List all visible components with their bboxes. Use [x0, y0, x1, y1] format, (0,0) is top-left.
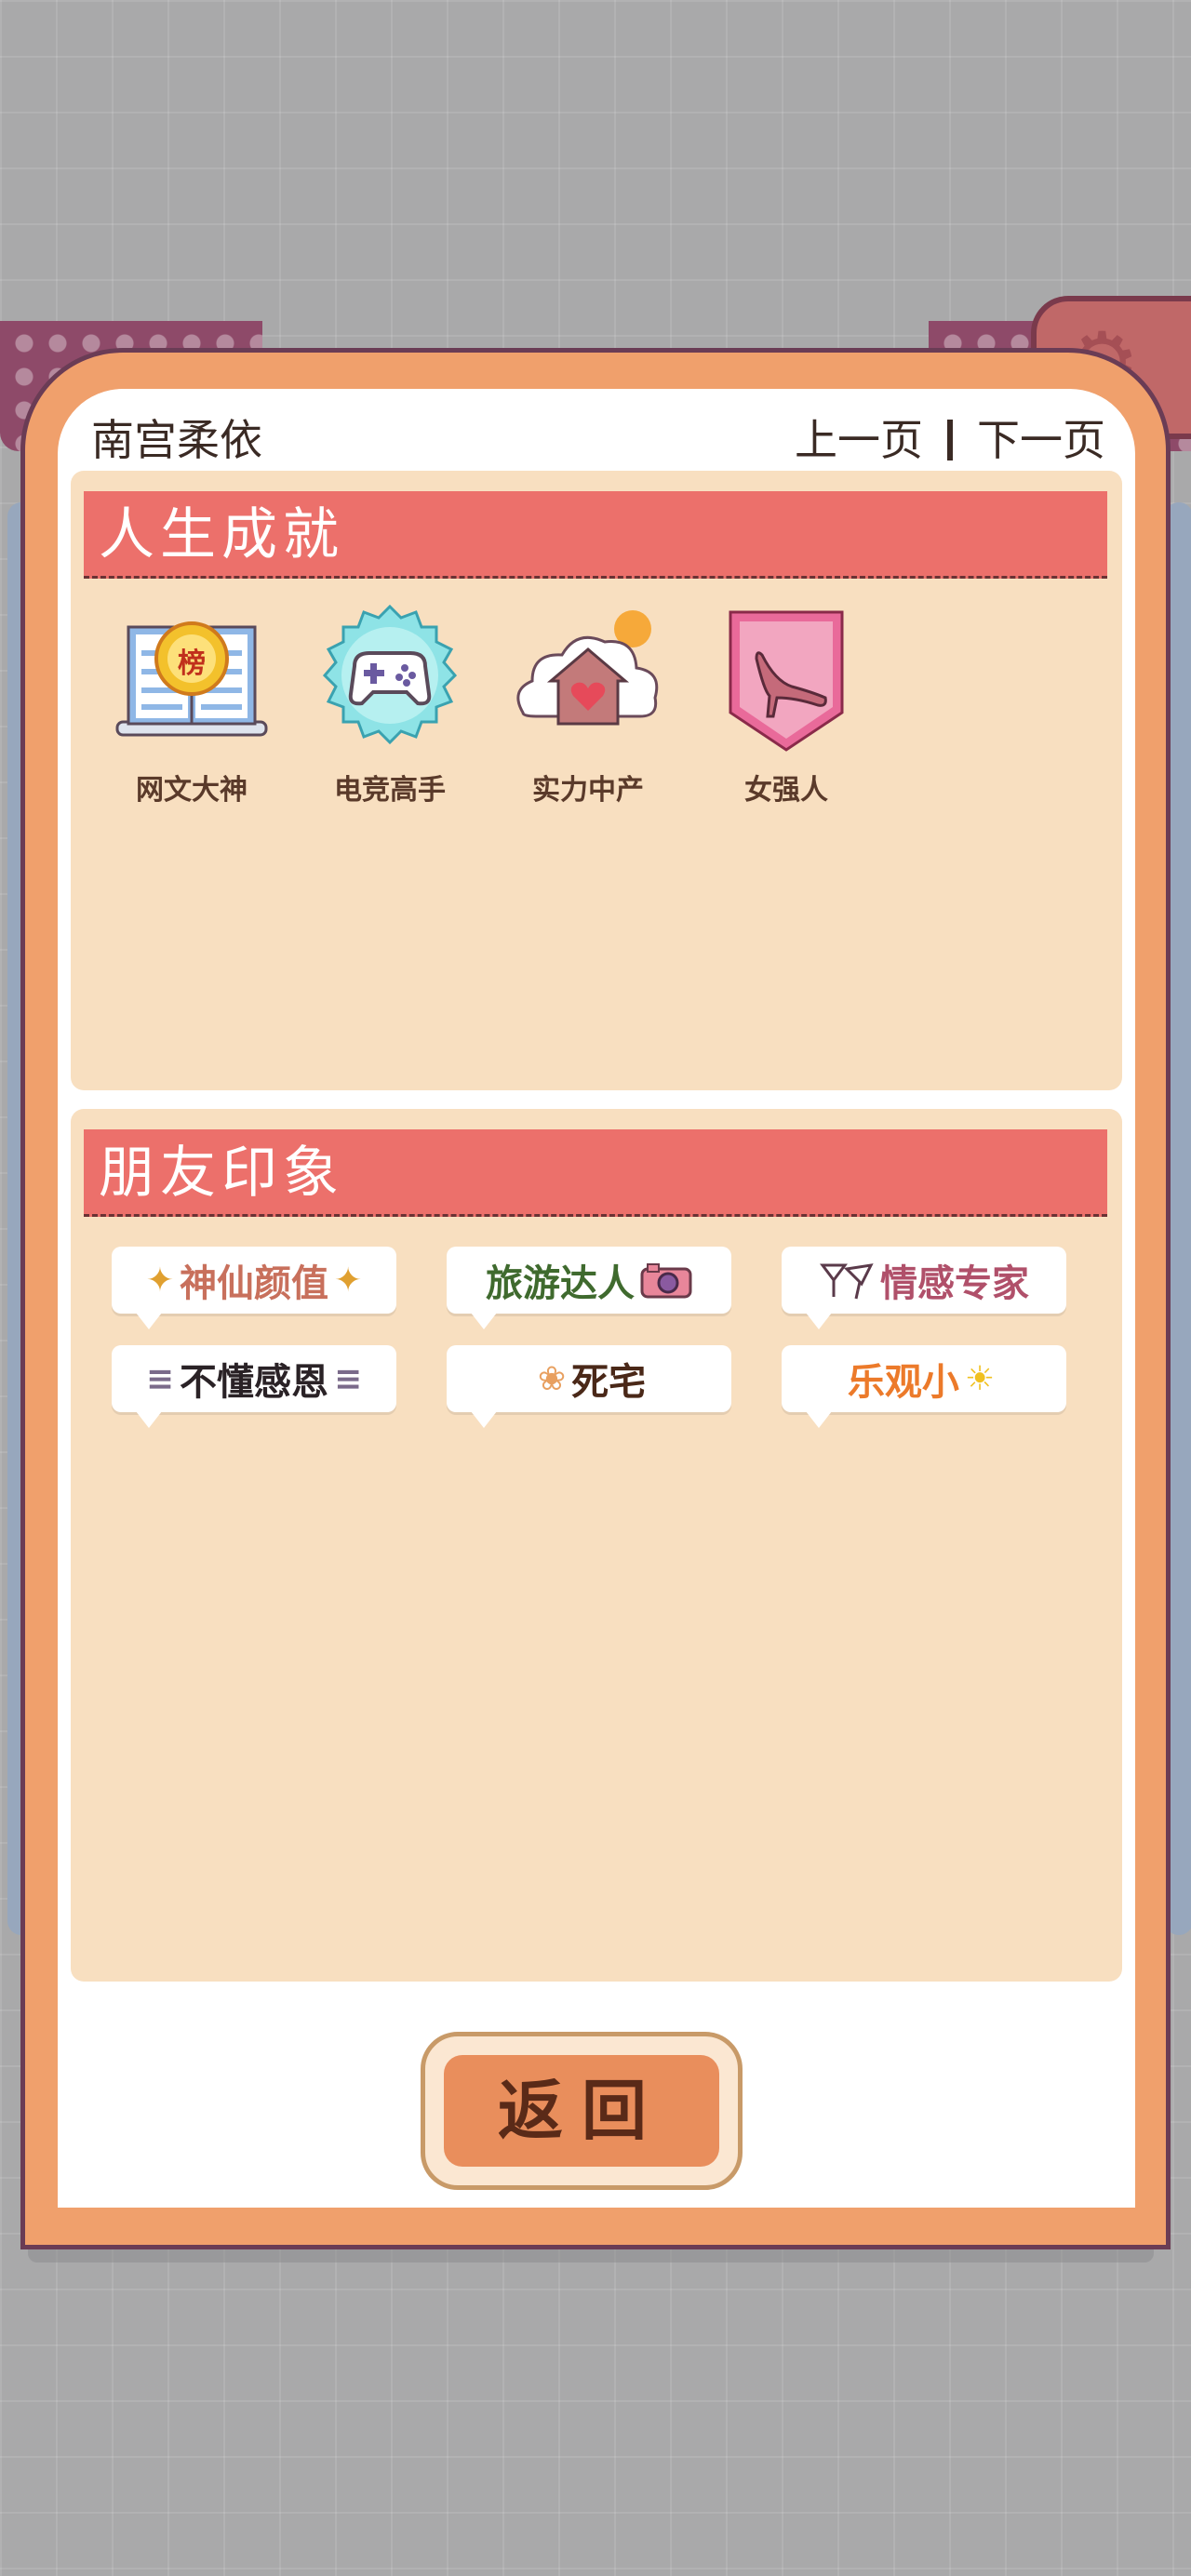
impression-tag[interactable]: 旅游达人 [447, 1247, 731, 1329]
return-button-label: 返回 [444, 2055, 719, 2167]
house-heart-icon [516, 610, 659, 726]
paw-icon: ❀ [537, 1359, 567, 1398]
character-name: 南宫柔依 [91, 415, 262, 465]
achievement-label: 网文大神 [136, 774, 248, 807]
return-button[interactable]: 返回 [421, 2032, 743, 2190]
impression-tag-text: 旅游达人 [486, 1262, 635, 1305]
achievement-label: 电竞高手 [334, 774, 446, 807]
dash-icon: ≡ [334, 1359, 363, 1398]
impression-tag[interactable]: 情感专家 [782, 1247, 1066, 1329]
high-heel-icon [729, 610, 844, 752]
impression-tag[interactable]: ❀ 死宅 [447, 1345, 731, 1428]
impression-tag-text: 不懂感恩 [180, 1361, 328, 1404]
cocktail-icon [820, 1263, 874, 1300]
impressions-section: 朋友印象 ✦ 神仙颜值 ✦ 旅游达人 情感专家 ≡ 不懂感恩 ≡ ❀ 死宅 乐观… [71, 1109, 1122, 1982]
sparkle-icon: ✦ [334, 1261, 363, 1300]
achievement-item[interactable]: 实力中产 [495, 601, 681, 808]
next-page-button[interactable]: 下一页 [977, 407, 1105, 473]
ranking-badge-text: 榜 [178, 647, 206, 680]
impression-tag[interactable]: ≡ 不懂感恩 ≡ [112, 1345, 396, 1428]
impression-tag-text: 神仙颜值 [180, 1262, 328, 1305]
sparkle-icon: ✦ [145, 1261, 174, 1300]
camera-icon [640, 1263, 692, 1299]
achievement-label: 实力中产 [532, 774, 644, 807]
impression-tag-text: 情感专家 [880, 1262, 1029, 1305]
dash-icon: ≡ [145, 1359, 174, 1398]
pager: 上一页 下一页 [795, 407, 1105, 473]
pager-divider [947, 420, 953, 460]
achievement-label: 女强人 [744, 774, 828, 807]
impression-tag-text: 死宅 [571, 1361, 647, 1404]
sun-icon: ☀ [964, 1359, 996, 1398]
achievement-item[interactable]: 女强人 [693, 601, 879, 808]
impression-tag[interactable]: ✦ 神仙颜值 ✦ [112, 1247, 396, 1329]
impression-tag-text: 乐观小 [847, 1361, 959, 1404]
impression-tag[interactable]: 乐观小 ☀ [782, 1345, 1066, 1428]
achievement-item[interactable]: 电竞高手 [297, 601, 483, 808]
prev-page-button[interactable]: 上一页 [795, 407, 923, 473]
achievements-section: 人生成就 网文大神 榜 电竞高手 实力中产 女强人 [71, 471, 1122, 1090]
impressions-title: 朋友印象 [84, 1129, 1107, 1217]
gamepad-icon [322, 604, 458, 745]
achievements-title: 人生成就 [84, 491, 1107, 579]
achievement-item[interactable]: 网文大神 [99, 601, 285, 808]
